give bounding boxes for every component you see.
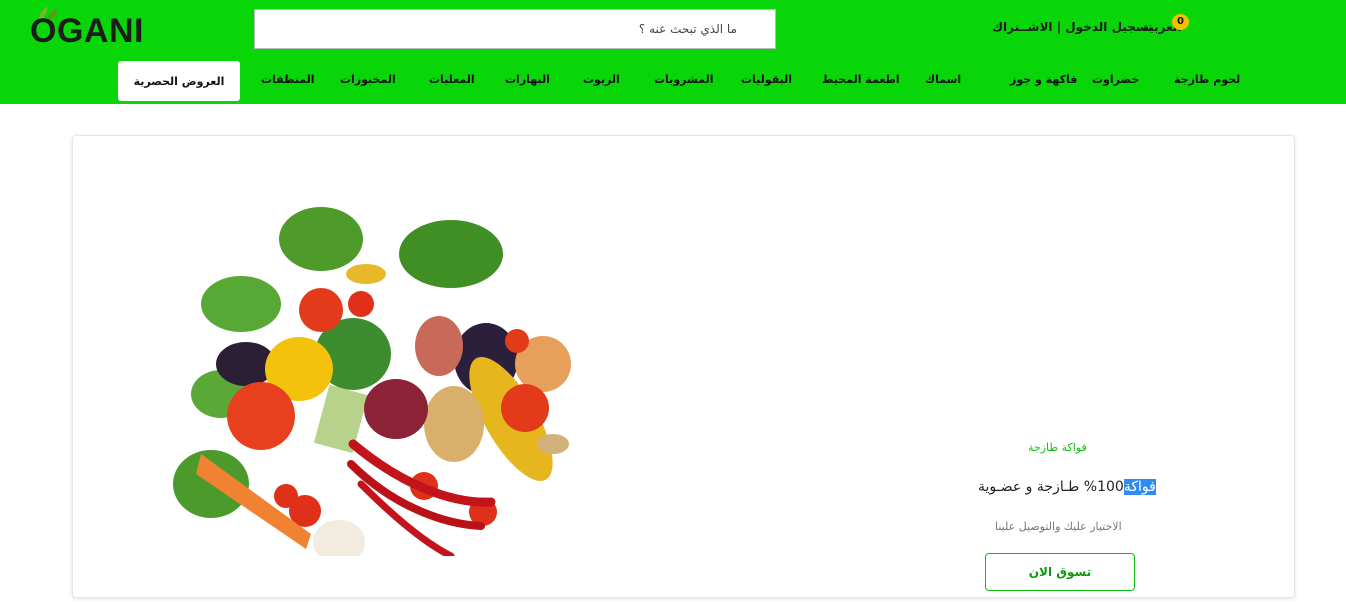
nav-item-drinks[interactable]: المشروبات	[654, 73, 713, 86]
hero-headline-highlight: فواكة	[1123, 479, 1156, 495]
nav-item-canned[interactable]: المعلبات	[429, 73, 475, 86]
nav-item-bakery[interactable]: المخبوزات	[340, 73, 396, 86]
nav-item-fish[interactable]: اسماك	[925, 73, 961, 86]
hero-eyebrow: فواكة طازجة	[1028, 441, 1087, 454]
nav-item-fruits-nuts[interactable]: فاكهة و جوز	[1010, 73, 1077, 86]
nav-item-oils[interactable]: الزيوت	[583, 73, 620, 86]
hero-banner: فواكة طازجة فواكة100% طـازجة و عضـوية ال…	[72, 135, 1295, 598]
hero-headline-rest: 100% طـازجة و عضـوية	[978, 479, 1124, 495]
login-signup-link[interactable]: تسجيل الدخول | الاشــتراك	[992, 20, 1153, 34]
shop-now-button[interactable]: تسوق الان	[985, 553, 1135, 591]
logo[interactable]: OGANI	[30, 12, 144, 51]
top-header: OGANI العربية 0 تسجيل الدخول | الاشــترا…	[0, 0, 1346, 104]
nav-item-legumes[interactable]: البقوليات	[741, 73, 792, 86]
nav-item-cleaners[interactable]: المنظفات	[261, 73, 315, 86]
nav-item-vegetables[interactable]: خضراوت	[1092, 73, 1139, 86]
nav-item-seafood[interactable]: اطعمة المحيط	[822, 73, 900, 86]
nav-item-exclusive-offers[interactable]: العروض الحصرية	[118, 61, 240, 101]
cart-count-badge[interactable]: 0	[1172, 14, 1189, 30]
hero-subtitle: الاختيار عليك والتوصيل علينا	[995, 520, 1122, 533]
hero-headline: فواكة100% طـازجة و عضـوية	[978, 479, 1156, 495]
vegetables-image	[121, 184, 631, 556]
nav-item-fresh-meat[interactable]: لحوم طازجة	[1174, 73, 1240, 86]
nav-item-spices[interactable]: البهارات	[505, 73, 550, 86]
search-input[interactable]	[254, 9, 776, 49]
